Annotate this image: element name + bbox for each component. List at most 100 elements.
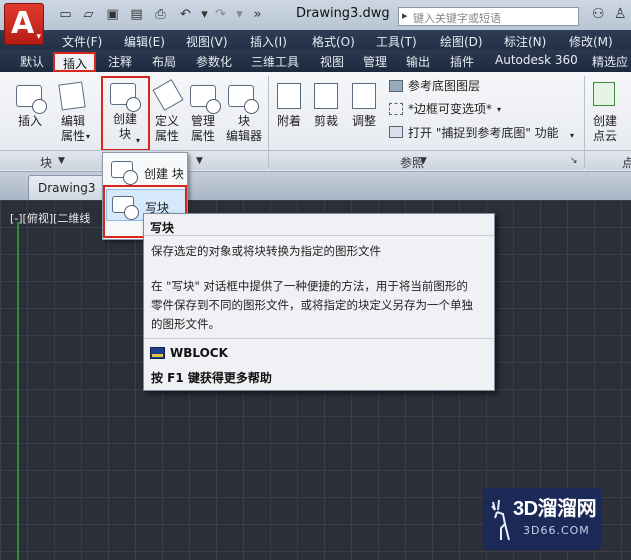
chevron-down-icon[interactable]: ▾ (497, 102, 501, 117)
redo-icon[interactable]: ↷ (212, 7, 229, 22)
chevron-down-icon[interactable]: ▼ (58, 156, 65, 166)
autocad-logo-icon: A (11, 6, 35, 41)
tab-3d-tools[interactable]: 三维工具 (251, 53, 299, 70)
chevron-down-icon[interactable]: ▼ (196, 156, 203, 166)
menu-edit[interactable]: 编辑(E) (124, 33, 165, 50)
write-block-tooltip: 写块 保存选定的对象或将块转换为指定的图形文件 在 "写块" 对话框中提供了一种… (143, 213, 495, 391)
command-line-icon (150, 347, 165, 359)
attach-button[interactable]: 附着 (274, 114, 304, 129)
menu-file[interactable]: 文件(F) (62, 33, 102, 50)
manage-attributes-label-1[interactable]: 管理 (188, 114, 218, 129)
undo-dropdown-icon[interactable]: ▾ (196, 7, 213, 22)
create-point-cloud-label-2[interactable]: 点云 (590, 129, 620, 144)
layers-icon (389, 80, 403, 92)
chevron-down-icon[interactable]: ▼ (420, 156, 427, 166)
open-folder-icon[interactable]: ▱ (80, 7, 97, 22)
menu-draw[interactable]: 绘图(D) (440, 33, 483, 50)
document-tab-strip: Drawing3 (0, 172, 631, 200)
manage-attributes-icon[interactable] (190, 85, 221, 114)
tooltip-title: 写块 (150, 221, 175, 235)
define-attributes-label-2[interactable]: 属性 (152, 129, 182, 144)
chevron-down-icon[interactable]: ▾ (86, 129, 90, 144)
save-as-icon[interactable]: ▤ (128, 7, 145, 22)
tooltip-help-hint: 按 F1 键获得更多帮助 (151, 371, 272, 385)
undo-icon[interactable]: ↶ (177, 7, 194, 22)
tab-annotate[interactable]: 注释 (108, 53, 132, 70)
block-editor-label-2[interactable]: 编辑器 (225, 129, 263, 144)
create-block-icon (111, 161, 138, 185)
tab-output[interactable]: 输出 (406, 53, 430, 70)
watermark: 3D溜溜网 3D66.COM (483, 488, 601, 550)
panel-label-bar-reference: 参照 ▼ ↘ (269, 150, 584, 170)
dialog-launcher-icon[interactable]: ↘ (570, 156, 578, 166)
chevron-down-icon: ▾ (36, 32, 41, 42)
clip-button[interactable]: 剪裁 (311, 114, 341, 129)
panel-label-point-cloud[interactable]: 点 (622, 154, 631, 171)
define-attributes-label-1[interactable]: 定义 (152, 114, 182, 129)
panel-label-bar-point-cloud: 点 (585, 150, 631, 170)
clip-icon[interactable] (314, 83, 338, 109)
viewport-controls-label[interactable]: [-][俯视][二维线 (10, 210, 90, 226)
edit-attributes-label-1[interactable]: 编辑 (58, 114, 88, 129)
tab-autodesk-360[interactable]: Autodesk 360 (495, 53, 578, 67)
menu-view[interactable]: 视图(V) (186, 33, 228, 50)
adjust-button[interactable]: 调整 (348, 114, 380, 129)
block-editor-icon[interactable] (228, 85, 259, 114)
insert-button[interactable]: 插入 (14, 114, 46, 129)
tooltip-divider (144, 338, 494, 339)
binoculars-icon[interactable]: ⚇ (592, 6, 605, 22)
snap-underlay-icon (389, 126, 403, 138)
adjust-icon[interactable] (352, 83, 376, 109)
menu-tools[interactable]: 工具(T) (376, 33, 417, 50)
tooltip-description: 保存选定的对象或将块转换为指定的图形文件 (151, 244, 381, 258)
menu-format[interactable]: 格式(O) (312, 33, 355, 50)
tab-manage[interactable]: 管理 (363, 53, 387, 70)
tab-default[interactable]: 默认 (20, 53, 44, 70)
tab-featured-apps[interactable]: 精选应 (592, 53, 628, 70)
panel-label-block[interactable]: 块 (40, 154, 52, 171)
title-bar: ▭ ▱ ▣ ▤ ⎙ ↶ ▾ ↷ ▾ » Drawing3.dwg 键入关键字或短… (0, 0, 631, 30)
tab-parametric[interactable]: 参数化 (196, 53, 232, 70)
search-input[interactable]: 键入关键字或短语 (398, 7, 579, 26)
application-menu-button[interactable]: A ▾ (4, 3, 44, 45)
point-cloud-icon[interactable] (593, 82, 615, 106)
tab-insert[interactable]: 插入 (53, 52, 96, 72)
edit-attributes-label-2[interactable]: 属性 (58, 129, 88, 144)
underlay-layers-button[interactable]: 参考底图图层 (408, 79, 480, 94)
tab-view[interactable]: 视图 (320, 53, 344, 70)
create-point-cloud-label-1[interactable]: 创建 (590, 114, 620, 129)
dropdown-item-label: 创建 块 (144, 167, 184, 181)
insert-block-icon[interactable] (16, 85, 47, 114)
block-editor-label-1[interactable]: 块 (225, 114, 263, 129)
manage-attributes-label-2[interactable]: 属性 (188, 129, 218, 144)
frame-icon (389, 103, 403, 115)
tooltip-detail-line-1: 在 "写块" 对话框中提供了一种便捷的方法，用于将当前图形的 (151, 279, 468, 293)
menu-insert[interactable]: 插入(I) (250, 33, 287, 50)
dropdown-item-create-block[interactable]: 创建 块 (106, 156, 186, 188)
save-icon[interactable]: ▣ (104, 7, 121, 22)
snap-underlay-toggle[interactable]: 打开 "捕捉到参考底图" 功能 (408, 126, 559, 141)
tooltip-detail-line-3: 的图形文件。 (151, 317, 220, 331)
new-file-icon[interactable]: ▭ (57, 7, 74, 22)
tab-plugins[interactable]: 插件 (450, 53, 474, 70)
redo-dropdown-icon[interactable]: ▾ (231, 7, 248, 22)
menu-dimension[interactable]: 标注(N) (504, 33, 546, 50)
deer-logo-icon (491, 499, 510, 541)
print-icon[interactable]: ⎙ (152, 7, 169, 22)
tab-insert-label: 插入 (63, 57, 88, 71)
watermark-url-text: 3D66.COM (523, 524, 590, 537)
menu-bar: 文件(F) 编辑(E) 视图(V) 插入(I) 格式(O) 工具(T) 绘图(D… (0, 30, 631, 50)
tooltip-divider (144, 235, 494, 236)
attach-icon[interactable] (277, 83, 301, 109)
chevron-down-icon[interactable]: ▾ (570, 128, 574, 143)
create-block-button[interactable] (101, 76, 150, 151)
more-tools-icon[interactable]: » (249, 7, 266, 22)
frame-variable-dropdown[interactable]: *边框可变选项* (408, 102, 492, 117)
user-icon[interactable]: ♙ (614, 6, 627, 22)
document-tab[interactable]: Drawing3 (28, 175, 104, 200)
edit-attributes-icon[interactable] (58, 81, 86, 111)
menu-modify[interactable]: 修改(M) (569, 33, 613, 50)
ucs-axis-line (17, 222, 19, 560)
document-title: Drawing3.dwg (296, 6, 390, 21)
tab-layout[interactable]: 布局 (152, 53, 176, 70)
